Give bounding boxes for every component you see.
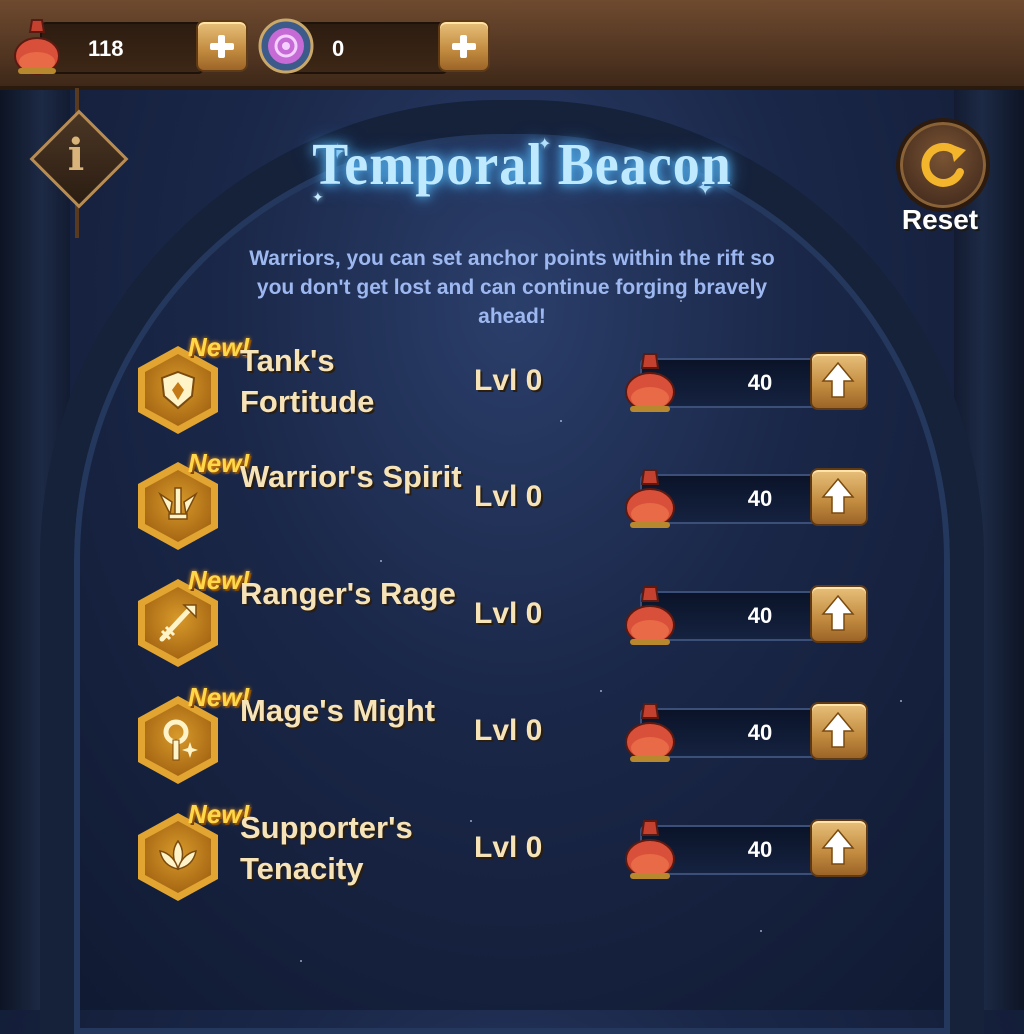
upgrade-button[interactable] (810, 702, 868, 760)
sword-wings-icon (158, 487, 198, 520)
skill-level: Lvl 0 (474, 597, 543, 630)
skill-row-warrior: New! Warrior's Spirit Lvl 0 40 (130, 448, 890, 554)
lotus-icon (159, 839, 197, 871)
add-orb-button[interactable] (438, 20, 490, 72)
potion-icon (625, 353, 675, 412)
arrow-up-icon (821, 477, 855, 514)
skill-level: Lvl 0 (474, 714, 543, 747)
skill-row-supporter: New! Supporter's Tenacity Lvl 0 40 (130, 799, 890, 905)
potion-counter: 118 (40, 22, 204, 74)
skill-level: Lvl 0 (474, 831, 543, 864)
arrow-up-icon (821, 711, 855, 748)
potion-icon (625, 820, 675, 879)
info-icon: i (67, 130, 85, 181)
potion-icon (14, 19, 60, 75)
currency-bar: 118 0 (0, 0, 1024, 90)
potion-count: 118 (88, 36, 124, 61)
reset-label: Reset (901, 204, 979, 235)
cost-value: 40 (747, 603, 773, 628)
dream-orb-icon (258, 18, 314, 74)
upgrade-button[interactable] (810, 819, 868, 877)
skill-name: Mage's Might (240, 693, 436, 728)
upgrade-button[interactable] (810, 352, 868, 410)
arrow-up-icon (821, 361, 855, 398)
reset-button[interactable] (896, 118, 990, 212)
potion-icon (625, 703, 675, 762)
cost-value: 40 (747, 370, 773, 395)
cost-value: 40 (747, 486, 773, 511)
shield-icon (160, 370, 196, 410)
add-potion-button[interactable] (196, 20, 248, 72)
reset-icon (921, 142, 966, 187)
cost-value: 40 (747, 837, 773, 862)
skill-level: Lvl 0 (474, 480, 543, 513)
skill-row-tank: New! Tank's Fortitude Lvl 0 40 (130, 332, 890, 438)
skill-name: Supporter's Tenacity (240, 810, 413, 886)
staff-icon (163, 719, 198, 761)
description-text: Warriors, you can set anchor points with… (249, 247, 775, 328)
cost-value: 40 (747, 720, 773, 745)
skill-name: Tank's Fortitude (240, 343, 375, 419)
arrow-up-icon (821, 594, 855, 631)
arrow-up-icon (821, 828, 855, 865)
potion-icon (625, 469, 675, 528)
potion-icon (625, 586, 675, 645)
upgrade-button[interactable] (810, 468, 868, 526)
skill-name: Ranger's Rage (240, 576, 456, 611)
skill-level: Lvl 0 (474, 364, 543, 397)
upgrade-button[interactable] (810, 585, 868, 643)
skill-row-ranger: New! Ranger's Rage Lvl 0 40 (130, 565, 890, 671)
page-title: Temporal Beacon (312, 131, 732, 198)
orb-count: 0 (332, 36, 345, 61)
skill-name: Warrior's Spirit (240, 459, 462, 494)
arrow-icon (159, 604, 197, 642)
skill-row-mage: New! Mage's Might Lvl 0 40 (130, 682, 890, 788)
